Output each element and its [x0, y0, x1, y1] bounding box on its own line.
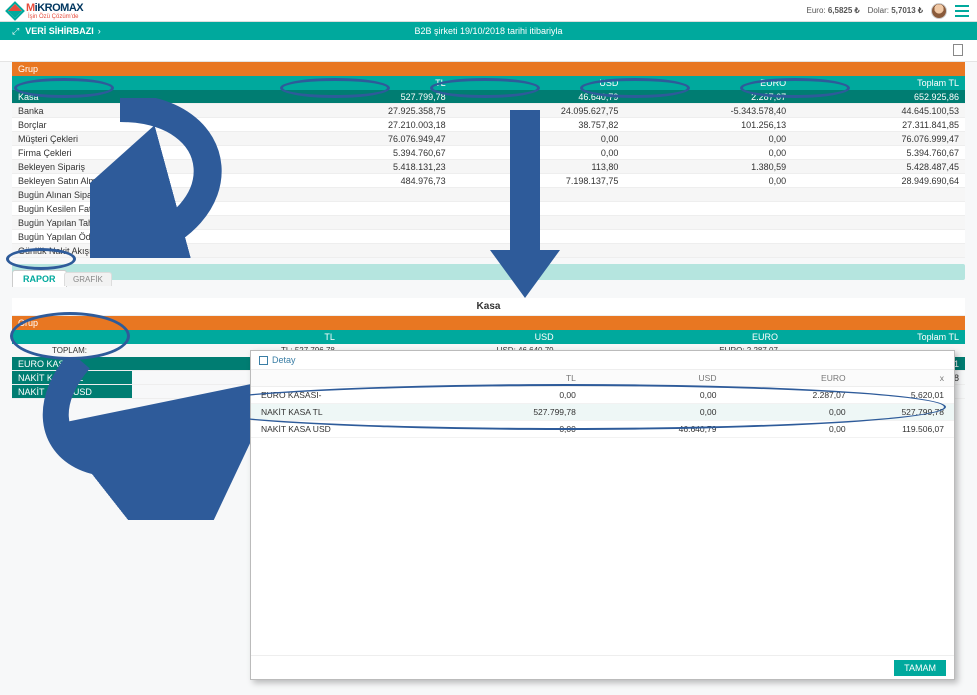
table-row[interactable]: Bugün Alınan Sipariş: [12, 188, 965, 202]
sub-col-tl[interactable]: TL: [132, 330, 341, 344]
dolar-rate: Dolar: 5,7013 ₺: [868, 6, 923, 15]
tab-rapor[interactable]: RAPOR: [12, 270, 67, 287]
detail-panel: Detay TL USD EURO x EURO KASASI-0,000,00…: [250, 350, 955, 680]
tab-grafik[interactable]: GRAFİK: [64, 272, 112, 286]
table-row[interactable]: Müşteri Çekleri76.076.949,470,000,0076.0…: [12, 132, 965, 146]
logo-icon: [5, 1, 25, 21]
detail-icon: [259, 356, 268, 365]
logo-subtitle: İşin Özü Çözüm'de: [28, 14, 83, 20]
table-row[interactable]: Bugün Yapılan Ödeme: [12, 230, 965, 244]
wizard-subtitle: B2B şirketi 19/10/2018 tarihi itibariyla: [414, 26, 562, 36]
section-divider: [12, 264, 965, 280]
table-row[interactable]: Banka27.925.358,7524.095.627,75-5.343.57…: [12, 104, 965, 118]
menu-icon[interactable]: [955, 5, 969, 17]
group-header: Grup: [12, 62, 965, 76]
col-toplam[interactable]: Toplam TL: [792, 76, 965, 90]
group-header-row: Grup: [12, 62, 965, 76]
toolbar-spacer: [0, 40, 977, 62]
detail-footer: TAMAM: [251, 655, 954, 679]
logo-rest: iKROMAX: [35, 2, 83, 14]
column-header-row: TL USD EURO Toplam TL: [12, 76, 965, 90]
table-row[interactable]: NAKİT KASA USD0,0046.640,790,00119.506,0…: [251, 421, 954, 438]
table-row[interactable]: Günlük Nakit Akışı: [12, 244, 965, 258]
col-euro[interactable]: EURO: [624, 76, 792, 90]
detail-header: Detay: [251, 351, 954, 370]
detail-table: TL USD EURO x EURO KASASI-0,000,002.287,…: [251, 370, 954, 438]
logo-letter: M: [26, 2, 35, 14]
chevron-icon: ›: [98, 26, 101, 36]
summary-table: Grup TL USD EURO Toplam TL Kasa527.799,7…: [12, 62, 965, 258]
sub-col-euro[interactable]: EURO: [560, 330, 784, 344]
table-row[interactable]: Bugün Kesilen Fatura: [12, 202, 965, 216]
table-row[interactable]: Bekleyen Satın Alma484.976,737.198.137,7…: [12, 174, 965, 188]
top-bar: MiKROMAX İşin Özü Çözüm'de Euro: 6,5825 …: [0, 0, 977, 22]
euro-rate: Euro: 6,5825 ₺: [807, 6, 860, 15]
table-row[interactable]: Borçlar27.210.003,1838.757,82101.256,132…: [12, 118, 965, 132]
table-row[interactable]: Bugün Yapılan Tahsilat: [12, 216, 965, 230]
app-logo: MiKROMAX İşin Özü Çözüm'de: [8, 2, 83, 20]
copy-icon[interactable]: [953, 44, 963, 56]
expand-icon[interactable]: ⤢: [12, 26, 19, 37]
tab-strip: RAPOR GRAFİK: [12, 280, 965, 298]
avatar[interactable]: [931, 3, 947, 19]
col-tl[interactable]: TL: [279, 76, 452, 90]
wizard-bar: ⤢ VERİ SİHİRBAZI › B2B şirketi 19/10/201…: [0, 22, 977, 40]
sub-grup-header: Grup: [12, 316, 132, 330]
sub-col-usd[interactable]: USD: [341, 330, 560, 344]
ok-button[interactable]: TAMAM: [894, 660, 946, 676]
wizard-title: VERİ SİHİRBAZI: [25, 26, 94, 36]
main-table-container: Grup TL USD EURO Toplam TL Kasa527.799,7…: [0, 62, 977, 258]
col-usd[interactable]: USD: [452, 76, 625, 90]
detail-title: Detay: [272, 355, 296, 365]
table-row[interactable]: EURO KASASI-0,000,002.287,075.620,01: [251, 387, 954, 404]
top-right: Euro: 6,5825 ₺ Dolar: 5,7013 ₺: [807, 3, 970, 19]
table-row[interactable]: NAKİT KASA TL527.799,780,000,00527.799,7…: [251, 404, 954, 421]
sub-col-header: TL USD EURO Toplam TL: [12, 330, 965, 344]
sub-col-toplam[interactable]: Toplam TL: [784, 330, 965, 344]
table-row[interactable]: Bekleyen Sipariş5.418.131,23113,801.380,…: [12, 160, 965, 174]
table-row[interactable]: Firma Çekleri5.394.760,670,000,005.394.7…: [12, 146, 965, 160]
sub-title: Kasa: [12, 298, 965, 316]
detail-col-header: TL USD EURO x: [251, 370, 954, 387]
table-row[interactable]: Kasa527.799,7846.640,792.287,07652.925,8…: [12, 90, 965, 104]
